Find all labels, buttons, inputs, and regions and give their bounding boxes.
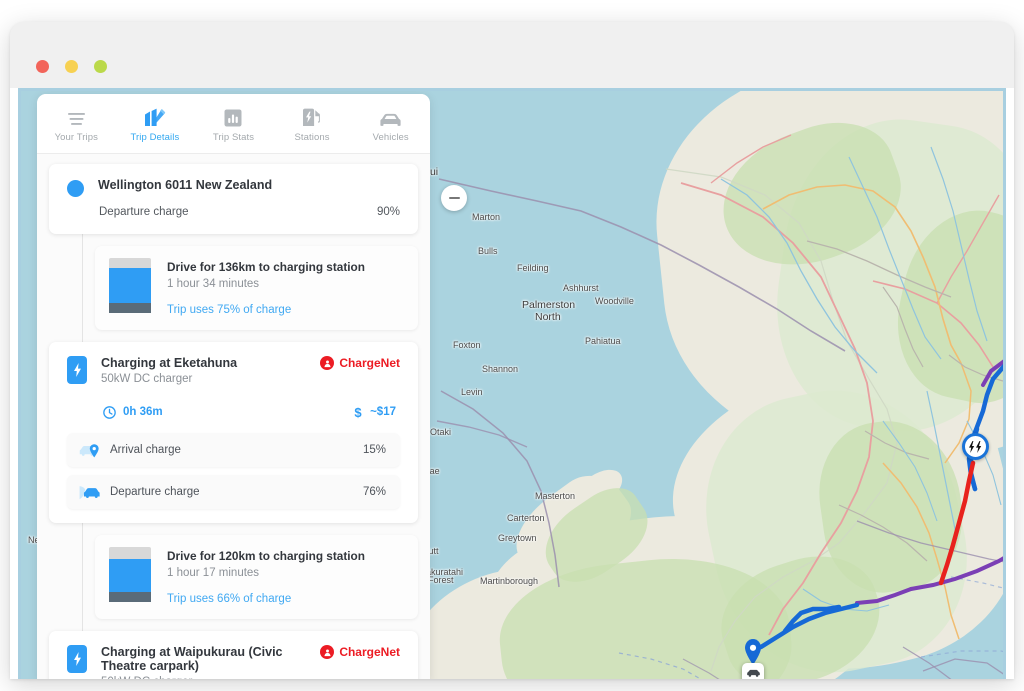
window-titlebar <box>10 22 1014 88</box>
nav-item-stations[interactable]: Stations <box>273 94 352 153</box>
nav-label-trip-details: Trip Details <box>130 132 180 143</box>
nav-label-stations: Stations <box>294 132 330 143</box>
charging-stop-header: Charging at Waipukurau (Civic Theatre ca… <box>67 645 400 679</box>
map-label: Ashhurst <box>563 283 599 293</box>
charging-station-icon <box>302 108 322 127</box>
car-shield-icon <box>79 486 100 500</box>
chargenet-logo-icon <box>320 645 335 659</box>
charging-stop-subtitle: 50kW DC charger <box>101 373 193 385</box>
charge-network-name: ChargeNet <box>339 645 400 659</box>
dollar-icon: $ <box>354 405 362 419</box>
charging-stop-header: Charging at Eketahuna 50kW DC charger Ch… <box>67 356 400 419</box>
map-label: Marton <box>472 212 501 222</box>
charging-stop-title: Charging at Eketahuna <box>101 356 238 370</box>
battery-charging-icon <box>67 645 87 673</box>
minimize-button[interactable] <box>65 60 78 73</box>
charging-duration-value: 0h 36m <box>123 406 163 418</box>
charging-meta-row: 0h 36m $ ~$17 <box>101 405 400 419</box>
charging-stop-title: Charging at Waipukurau (Civic Theatre ca… <box>101 645 283 673</box>
window-content: PateaWhanganuiMartonBullsFeildingAshhurs… <box>10 88 1014 679</box>
map-label: North <box>535 311 561 323</box>
nav-label-trip-stats: Trip Stats <box>212 132 255 143</box>
map-pin-icon <box>745 639 761 665</box>
drive-leg-duration: 1 hour 34 minutes <box>167 278 260 290</box>
map-label: Feilding <box>517 263 549 273</box>
map-label: Woodville <box>595 296 634 306</box>
arrival-charge-value: 15% <box>362 444 386 456</box>
charging-cost-value: ~$17 <box>370 406 396 418</box>
map-label: Forest <box>428 575 454 585</box>
chargenet-logo-icon <box>320 356 335 370</box>
origin-departure-row: Departure charge 90% <box>98 206 400 218</box>
charging-station-marker[interactable] <box>962 433 989 460</box>
nav-label-your-trips: Your Trips <box>54 132 98 143</box>
trip-details-panel: Your Trips Trip Details Trip Stats Stati… <box>37 94 430 679</box>
map-label: Otaki <box>430 427 452 437</box>
map-label: Levin <box>461 387 483 397</box>
charging-stop-card[interactable]: Charging at Eketahuna 50kW DC charger Ch… <box>49 342 418 523</box>
departure-charge-left: Departure charge <box>79 484 200 500</box>
arrival-charge-label: Arrival charge <box>110 444 181 456</box>
charging-cost: $ ~$17 <box>353 405 396 419</box>
charging-stop-card[interactable]: Charging at Waipukurau (Civic Theatre ca… <box>49 631 418 679</box>
origin-dot-icon <box>67 180 84 197</box>
charge-level-rows: Arrival charge 15% Departure charge 76% <box>67 433 400 509</box>
battery-charging-icon <box>67 356 87 384</box>
drive-leg-card[interactable]: Drive for 120km to charging station 1 ho… <box>95 535 418 619</box>
departure-charge-label: Departure charge <box>110 486 200 498</box>
drive-leg-duration: 1 hour 17 minutes <box>167 567 260 579</box>
nav-item-trip-details[interactable]: Trip Details <box>116 94 195 153</box>
minus-icon <box>448 196 460 200</box>
drive-leg-charge-usage[interactable]: Trip uses 75% of charge <box>167 304 402 316</box>
double-bolt-icon <box>968 440 981 453</box>
car-icon <box>379 108 402 127</box>
departure-charge-row[interactable]: Departure charge 76% <box>67 475 400 509</box>
origin-header: Wellington 6011 New Zealand Departure ch… <box>67 178 400 218</box>
charging-duration: 0h 36m <box>103 405 163 419</box>
maximize-button[interactable] <box>94 60 107 73</box>
nav-item-trip-stats[interactable]: Trip Stats <box>194 94 273 153</box>
charge-network-badge: ChargeNet <box>320 356 400 370</box>
trip-details-icon <box>144 108 166 127</box>
menu-icon <box>67 108 86 127</box>
car-icon <box>746 669 760 677</box>
map-label: Palmerston <box>522 299 576 311</box>
app-window: PateaWhanganuiMartonBullsFeildingAshhurs… <box>10 22 1014 679</box>
origin-departure-label: Departure charge <box>99 206 189 218</box>
battery-graphic <box>109 258 151 313</box>
clock-icon <box>103 405 116 419</box>
trip-start-marker[interactable] <box>744 639 762 665</box>
nav-item-vehicles[interactable]: Vehicles <box>351 94 430 153</box>
trip-itinerary-list[interactable]: Wellington 6011 New Zealand Departure ch… <box>37 154 430 679</box>
departure-charge-value: 76% <box>362 486 386 498</box>
nav-item-your-trips[interactable]: Your Trips <box>37 94 116 153</box>
app-stage: PateaWhanganuiMartonBullsFeildingAshhurs… <box>18 88 1006 679</box>
origin-title: Wellington 6011 New Zealand <box>98 178 273 192</box>
svg-text:$: $ <box>354 405 362 419</box>
window-controls <box>36 60 107 73</box>
vehicle-marker[interactable] <box>742 663 764 679</box>
drive-leg-title: Drive for 136km to charging station <box>167 260 365 274</box>
map-label: Bulls <box>478 246 498 256</box>
map-label: Foxton <box>453 340 481 350</box>
map-label: Shannon <box>482 364 519 374</box>
car-pin-icon <box>79 444 99 458</box>
map-zoom-out-button[interactable] <box>441 185 467 211</box>
drive-leg-card[interactable]: Drive for 136km to charging station 1 ho… <box>95 246 418 330</box>
nav-label-vehicles: Vehicles <box>372 132 409 143</box>
charge-network-name: ChargeNet <box>339 356 400 370</box>
arrival-charge-left: Arrival charge <box>79 442 181 458</box>
charge-network-badge: ChargeNet <box>320 645 400 659</box>
arrival-charge-row[interactable]: Arrival charge 15% <box>67 433 400 467</box>
origin-departure-value: 90% <box>376 206 400 218</box>
bar-chart-icon <box>224 108 242 127</box>
origin-card[interactable]: Wellington 6011 New Zealand Departure ch… <box>49 164 418 234</box>
drive-leg-title: Drive for 120km to charging station <box>167 549 365 563</box>
map-label: Pahiatua <box>585 336 621 346</box>
drive-leg-charge-usage[interactable]: Trip uses 66% of charge <box>167 593 402 605</box>
charging-stop-subtitle: 50kW DC charger <box>101 676 320 679</box>
close-button[interactable] <box>36 60 49 73</box>
battery-graphic <box>109 547 151 602</box>
main-nav: Your Trips Trip Details Trip Stats Stati… <box>37 94 430 154</box>
